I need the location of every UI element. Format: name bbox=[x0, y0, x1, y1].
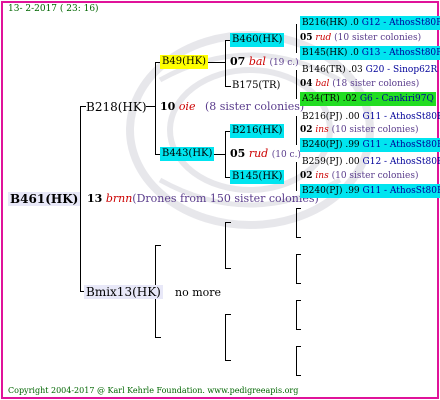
gen4-row-1-text: B216(HK) .0 bbox=[302, 18, 359, 28]
gen4-row-5-year: 04 bbox=[300, 79, 313, 89]
gen4-row-6-loc: G6 - Cankiri97Q bbox=[359, 94, 434, 104]
connector bbox=[225, 314, 231, 315]
gen4-row-4[interactable]: B146(TR) .03 G20 - Sinop62R bbox=[300, 63, 439, 77]
gen3-mid2-breed: rud bbox=[248, 147, 269, 160]
connector bbox=[225, 222, 231, 223]
connector bbox=[296, 300, 301, 301]
root-year: 13 bbox=[87, 192, 103, 205]
connector bbox=[225, 360, 231, 361]
connector bbox=[296, 70, 297, 99]
connector bbox=[296, 375, 301, 376]
gen4-row-12-text: B240(PJ) .99 bbox=[302, 186, 360, 196]
gen2-mf[interactable]: B443(HK) bbox=[160, 147, 215, 161]
gen3-b[interactable]: B175(TR) bbox=[230, 79, 282, 93]
gen3-c[interactable]: B216(HK) bbox=[230, 124, 285, 138]
gen3-d[interactable]: B145(HK) bbox=[230, 170, 285, 184]
gen4-row-5: 04 bal (18 sister colonies) bbox=[300, 80, 419, 89]
connector bbox=[296, 208, 297, 237]
connector bbox=[296, 254, 301, 255]
gen4-row-11-year: 02 bbox=[300, 171, 313, 181]
gen4-row-8-c: (10 sister colonies) bbox=[331, 125, 419, 135]
gen4-row-5-breed: bal bbox=[315, 79, 330, 89]
gen4-row-5-c: (18 sister colonies) bbox=[332, 79, 420, 89]
gen4-row-6-text: A34(TR) .02 bbox=[302, 94, 357, 104]
gen3-mid1-breed: bal bbox=[248, 55, 266, 68]
gen4-row-1-loc: G12 - AthosSt80R bbox=[361, 18, 440, 28]
gen1-father-note: no more bbox=[175, 286, 222, 299]
connector bbox=[296, 254, 297, 283]
connector bbox=[225, 268, 231, 269]
gen1-mother-info: 10 oie (8 sister colonies) bbox=[160, 101, 304, 112]
gen4-row-10-text: B259(PJ) .00 bbox=[302, 157, 360, 167]
connector bbox=[296, 162, 297, 191]
connector bbox=[225, 40, 226, 86]
gen3-a[interactable]: B460(HK) bbox=[230, 33, 285, 47]
gen4-row-2: 05 rud (10 sister colonies) bbox=[300, 34, 421, 43]
connector bbox=[296, 116, 297, 145]
gen1-mother-sisters: (8 sister colonies) bbox=[204, 100, 305, 113]
connector bbox=[155, 337, 161, 338]
connector bbox=[214, 154, 226, 155]
connector bbox=[225, 314, 226, 360]
connector bbox=[208, 62, 226, 63]
gen4-row-12-loc: G11 - AthosSt80R bbox=[362, 186, 440, 196]
gen4-row-8-year: 02 bbox=[300, 125, 313, 135]
root-drones: (Drones from 150 sister colonies) bbox=[132, 192, 319, 205]
gen4-row-4-loc: G20 - Sinop62R bbox=[365, 65, 438, 75]
connector bbox=[296, 24, 297, 53]
connector bbox=[296, 346, 297, 375]
root-queen[interactable]: B461(HK) bbox=[8, 192, 81, 206]
connector bbox=[296, 329, 301, 330]
gen4-row-11-breed: ins bbox=[315, 171, 329, 181]
gen4-row-9[interactable]: B240(PJ) .99 G11 - AthosSt80R bbox=[300, 138, 440, 152]
gen2-mm[interactable]: B49(HK) bbox=[160, 55, 209, 69]
root-breed: brnn bbox=[105, 192, 133, 205]
gen1-mother-breed: oie bbox=[178, 100, 196, 113]
connector bbox=[296, 283, 301, 284]
gen3-mid2-c: (10 c.) bbox=[271, 150, 301, 160]
gen4-row-7-loc: G11 - AthosSt80R bbox=[362, 112, 440, 122]
gen4-row-9-text: B240(PJ) .99 bbox=[302, 140, 360, 150]
gen4-row-2-year: 05 bbox=[300, 33, 313, 43]
gen4-row-3[interactable]: B145(HK) .0 G13 - AthosSt80R bbox=[300, 46, 440, 60]
gen1-father[interactable]: Bmix13(HK) bbox=[84, 285, 163, 299]
gen4-row-8: 02 ins (10 sister colonies) bbox=[300, 126, 419, 135]
gen4-row-3-text: B145(HK) .0 bbox=[302, 48, 359, 58]
gen4-row-6[interactable]: A34(TR) .02 G6 - Cankiri97Q bbox=[300, 92, 436, 106]
gen4-row-2-c: (10 sister colonies) bbox=[334, 33, 422, 43]
gen4-row-11: 02 ins (10 sister colonies) bbox=[300, 172, 419, 181]
gen4-row-7[interactable]: B216(PJ) .00 G11 - AthosSt80R bbox=[300, 110, 440, 124]
gen3-mid1: 07 bal (19 c.) bbox=[230, 56, 299, 68]
gen1-mother[interactable]: B218(HK) bbox=[84, 100, 149, 114]
gen4-row-3-loc: G13 - AthosSt80R bbox=[361, 48, 440, 58]
gen4-row-1[interactable]: B216(HK) .0 G12 - AthosSt80R bbox=[300, 16, 440, 30]
gen4-row-10[interactable]: B259(PJ) .00 G12 - AthosSt80R bbox=[300, 155, 440, 169]
connector bbox=[296, 237, 301, 238]
connector bbox=[296, 300, 297, 329]
gen3-mid1-c: (19 c.) bbox=[269, 58, 299, 68]
gen4-row-10-loc: G12 - AthosSt80R bbox=[362, 157, 440, 167]
connector bbox=[225, 222, 226, 268]
gen4-row-11-c: (10 sister colonies) bbox=[331, 171, 419, 181]
connector bbox=[155, 62, 156, 154]
gen4-row-9-loc: G11 - AthosSt80R bbox=[362, 140, 440, 150]
gen3-mid2-year: 05 bbox=[230, 147, 246, 160]
connector bbox=[296, 346, 301, 347]
footer-copyright: Copyright 2004-2017 @ Karl Kehrle Founda… bbox=[8, 386, 299, 395]
connector bbox=[155, 245, 161, 246]
gen1-mother-year: 10 bbox=[160, 100, 176, 113]
gen4-row-2-breed: rud bbox=[315, 33, 332, 43]
gen4-row-4-text: B146(TR) .03 bbox=[302, 65, 363, 75]
gen4-row-12[interactable]: B240(PJ) .99 G11 - AthosSt80R bbox=[300, 184, 440, 198]
gen3-mid1-year: 07 bbox=[230, 55, 246, 68]
gen4-row-7-text: B216(PJ) .00 bbox=[302, 112, 360, 122]
gen4-row-8-breed: ins bbox=[315, 125, 329, 135]
root-info: 13 brnn(Drones from 150 sister colonies) bbox=[87, 193, 319, 204]
gen3-mid2: 05 rud (10 c.) bbox=[230, 148, 301, 160]
connector bbox=[296, 208, 301, 209]
header-date: 13- 2-2017 ( 23: 16) bbox=[8, 4, 99, 14]
